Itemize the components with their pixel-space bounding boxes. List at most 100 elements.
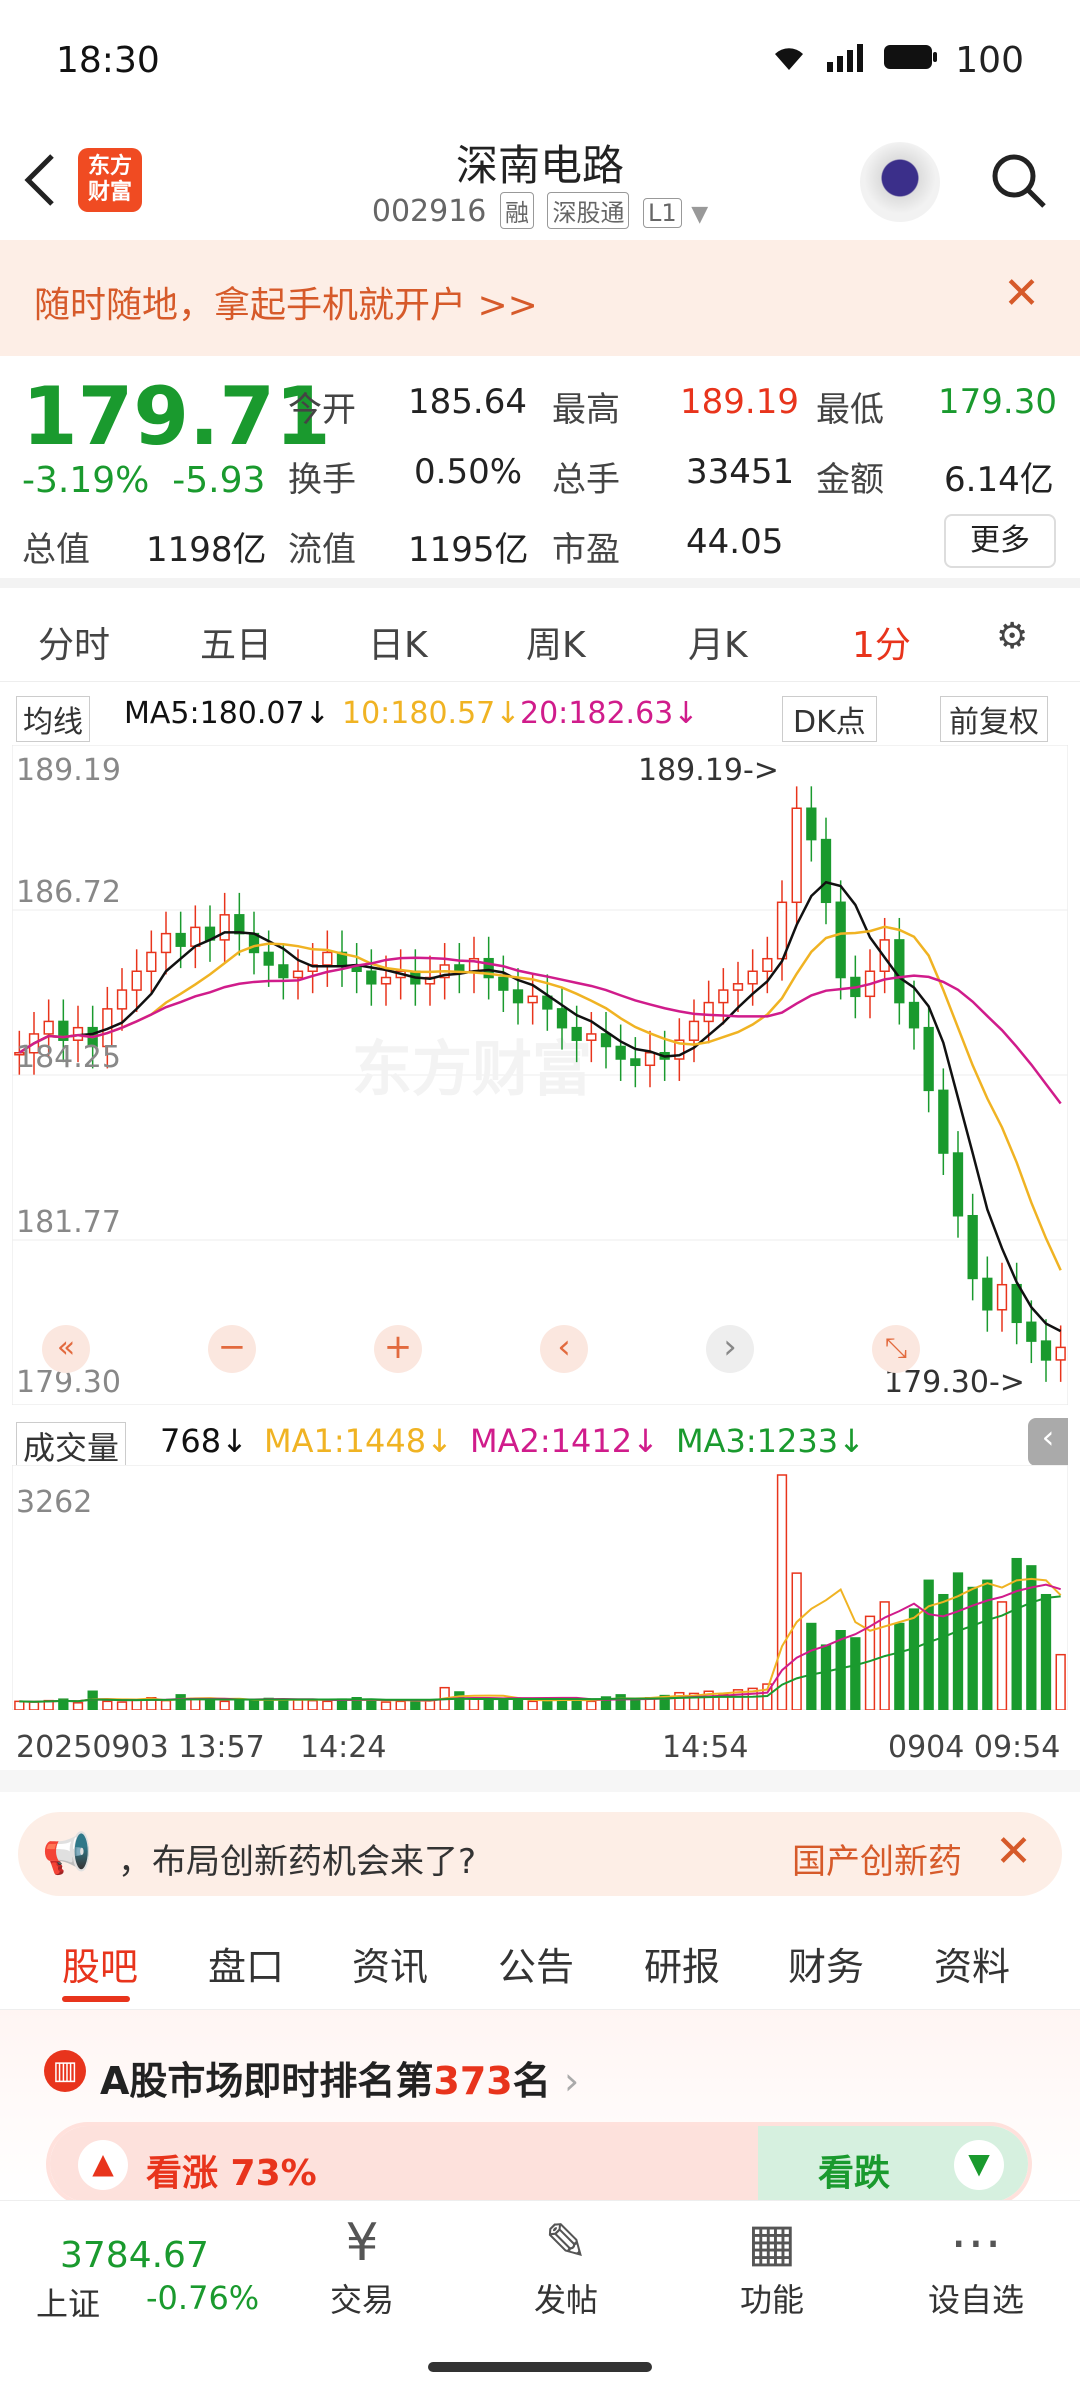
- candle[interactable]: [688, 1020, 700, 1041]
- volume-bar[interactable]: [483, 1699, 494, 1711]
- volume-bar[interactable]: [72, 1702, 84, 1711]
- turnover-label[interactable]: 换手: [288, 452, 356, 501]
- candle[interactable]: [278, 964, 289, 979]
- candle[interactable]: [146, 951, 157, 972]
- volume-bar[interactable]: [630, 1698, 641, 1711]
- gear-icon[interactable]: ⚙: [996, 616, 1028, 657]
- volume-bar[interactable]: [850, 1637, 861, 1711]
- candle[interactable]: [996, 1283, 1008, 1311]
- candle[interactable]: [982, 1277, 993, 1311]
- collapse-panel-icon[interactable]: ‹: [1028, 1418, 1068, 1466]
- volume-bar[interactable]: [234, 1699, 245, 1711]
- volume-bar[interactable]: [14, 1700, 25, 1711]
- volume-bar[interactable]: [512, 1698, 524, 1711]
- candle[interactable]: [908, 1001, 920, 1029]
- volume-bar[interactable]: [542, 1699, 553, 1711]
- volume-bar[interactable]: [996, 1601, 1008, 1711]
- volume-bar[interactable]: [292, 1699, 304, 1711]
- volume-bar[interactable]: [908, 1608, 920, 1711]
- candle[interactable]: [703, 1001, 714, 1023]
- volume-bar[interactable]: [498, 1699, 509, 1711]
- volume-bar[interactable]: [307, 1699, 318, 1711]
- volume-bar[interactable]: [1055, 1653, 1066, 1711]
- tab-monthly-k[interactable]: 月K: [688, 616, 748, 668]
- nav-post[interactable]: ✎ 发帖: [496, 2211, 636, 2321]
- vote-up-button[interactable]: ▲ 看涨 73%: [50, 2126, 770, 2202]
- candle[interactable]: [732, 983, 744, 991]
- tab-daily-k[interactable]: 日K: [368, 616, 428, 668]
- volume-bar[interactable]: [1040, 1593, 1052, 1711]
- volume-bar[interactable]: [527, 1700, 538, 1711]
- zoom-in-button[interactable]: +: [374, 1325, 422, 1373]
- candle[interactable]: [820, 838, 832, 904]
- fullscreen-icon[interactable]: ⤡: [872, 1325, 920, 1373]
- volume-bar[interactable]: [116, 1701, 128, 1711]
- volume-bar[interactable]: [791, 1572, 802, 1711]
- candle[interactable]: [952, 1152, 964, 1217]
- candle[interactable]: [644, 1051, 656, 1067]
- volume-svg[interactable]: [11, 1464, 1069, 1711]
- volume-bar[interactable]: [806, 1622, 817, 1711]
- volume-bar[interactable]: [468, 1697, 480, 1711]
- volume-bar[interactable]: [322, 1700, 333, 1711]
- volume-bar[interactable]: [820, 1644, 832, 1711]
- scroll-left-fast-button[interactable]: «: [42, 1325, 90, 1373]
- volume-bar[interactable]: [586, 1700, 597, 1711]
- candle[interactable]: [160, 932, 172, 954]
- volume-mode-select[interactable]: 成交量: [16, 1422, 127, 1470]
- volume-bar[interactable]: [366, 1699, 377, 1711]
- volume-bar[interactable]: [204, 1698, 216, 1711]
- candle[interactable]: [615, 1045, 626, 1060]
- candle[interactable]: [263, 951, 274, 966]
- scroll-left-button[interactable]: ‹: [540, 1325, 588, 1373]
- candle[interactable]: [292, 970, 304, 979]
- tab-forum[interactable]: 股吧: [62, 1936, 138, 1991]
- candle[interactable]: [512, 989, 524, 1004]
- candle[interactable]: [600, 1033, 612, 1048]
- candle[interactable]: [366, 970, 377, 985]
- volume-chart[interactable]: 3262: [11, 1464, 1069, 1711]
- nav-functions[interactable]: ▦ 功能: [702, 2211, 842, 2321]
- candle[interactable]: [806, 807, 817, 841]
- candle[interactable]: [762, 957, 773, 972]
- candle[interactable]: [967, 1214, 978, 1280]
- volume-bar[interactable]: [835, 1630, 846, 1711]
- candle[interactable]: [1011, 1283, 1022, 1324]
- candle[interactable]: [923, 1026, 934, 1092]
- home-indicator[interactable]: [428, 2362, 652, 2372]
- volume-bar[interactable]: [938, 1593, 949, 1711]
- candle[interactable]: [718, 989, 729, 1004]
- ad-banner[interactable]: 📢 ，布局创新药机会来了? 国产创新药 ✕: [18, 1812, 1062, 1896]
- kline-svg[interactable]: 东方财富: [11, 744, 1069, 1406]
- tab-profile[interactable]: 资料: [934, 1936, 1010, 1991]
- tab-orderbook[interactable]: 盘口: [208, 1936, 284, 1991]
- kline-chart[interactable]: 东方财富 189.19 186.72 184.25 181.77 179.30 …: [11, 744, 1069, 1406]
- ma-mode-select[interactable]: 均线: [16, 696, 90, 742]
- candle[interactable]: [131, 970, 142, 991]
- tab-announcements[interactable]: 公告: [498, 1936, 574, 1991]
- candle[interactable]: [747, 970, 758, 985]
- candle[interactable]: [43, 1020, 54, 1035]
- volume-bar[interactable]: [160, 1699, 172, 1711]
- volume-bar[interactable]: [28, 1701, 40, 1711]
- candle[interactable]: [630, 1058, 641, 1067]
- candle[interactable]: [556, 1008, 568, 1029]
- tab-news[interactable]: 资讯: [352, 1936, 428, 1991]
- candle[interactable]: [116, 989, 128, 1010]
- candle[interactable]: [1040, 1340, 1052, 1361]
- nav-trade[interactable]: ¥ 交易: [292, 2211, 432, 2321]
- candle[interactable]: [190, 926, 201, 947]
- candle[interactable]: [219, 914, 230, 941]
- mktcap-label[interactable]: 总值: [22, 522, 90, 571]
- volume-bar[interactable]: [248, 1699, 260, 1711]
- search-icon[interactable]: [988, 150, 1048, 210]
- volume-bar[interactable]: [380, 1701, 392, 1711]
- close-ad-icon[interactable]: ✕: [995, 1826, 1032, 1877]
- volume-bar[interactable]: [454, 1691, 465, 1711]
- candle[interactable]: [1026, 1321, 1037, 1342]
- volume-bar[interactable]: [395, 1700, 406, 1711]
- tab-1min[interactable]: 1分: [852, 616, 911, 668]
- assistant-robot-icon[interactable]: [860, 142, 940, 222]
- volume-bar[interactable]: [175, 1694, 186, 1711]
- scroll-right-button[interactable]: ›: [706, 1325, 754, 1373]
